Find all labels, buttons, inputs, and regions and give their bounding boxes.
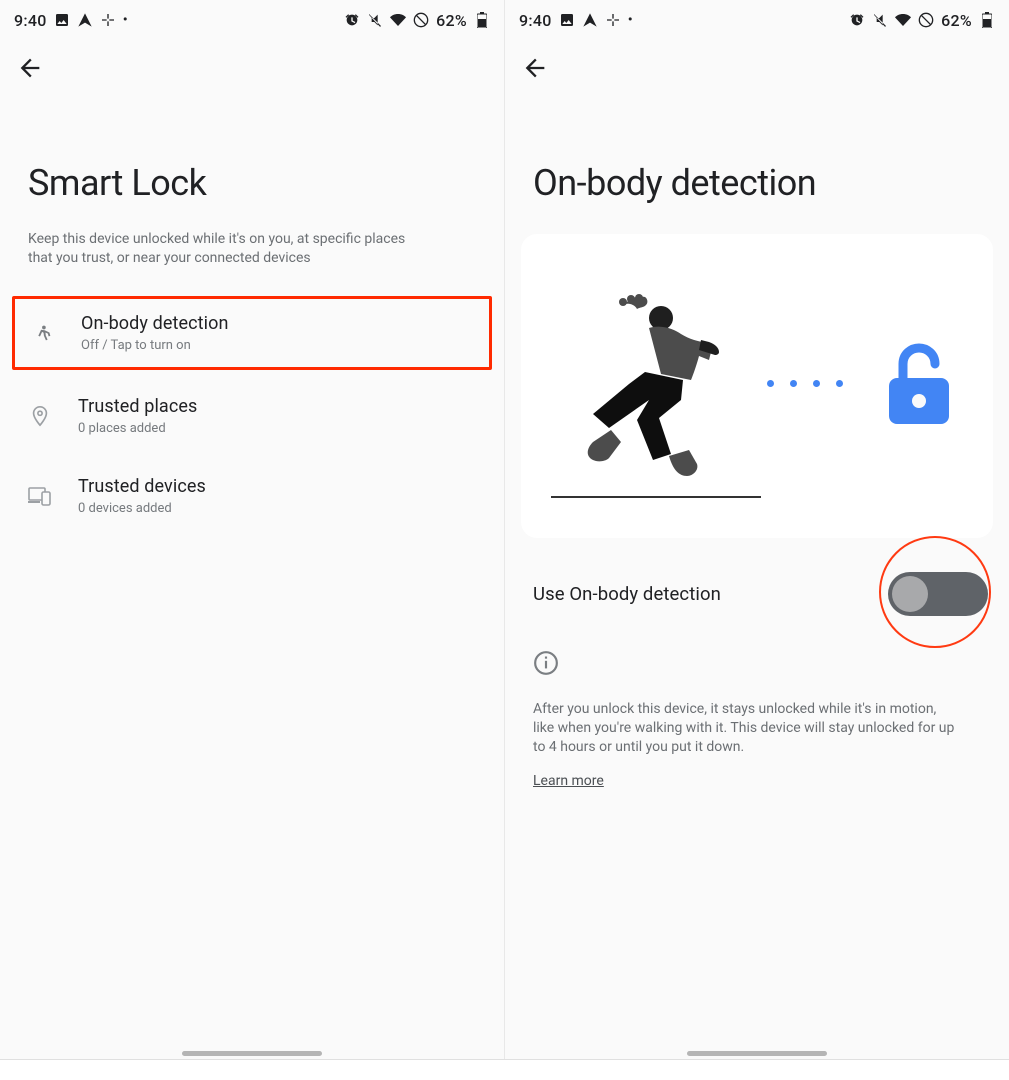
devices-icon	[22, 478, 58, 514]
app-bar	[0, 40, 504, 96]
arrow-back-icon	[16, 54, 44, 82]
battery-icon	[979, 12, 995, 28]
mute-icon	[367, 12, 383, 28]
phone-right: 9:40 • 62% On-body detection	[504, 0, 1009, 1060]
send-icon	[77, 12, 93, 28]
wifi-icon	[895, 12, 911, 28]
separator-line	[0, 1059, 1009, 1060]
trusted-places-option[interactable]: Trusted places 0 places added	[12, 382, 492, 450]
location-icon	[22, 398, 58, 434]
app-bar	[505, 40, 1009, 96]
status-time: 9:40	[519, 11, 552, 30]
status-time: 9:40	[14, 11, 47, 30]
onbody-detection-option[interactable]: On-body detection Off / Tap to turn on	[12, 296, 492, 370]
options-list: On-body detection Off / Tap to turn on T…	[0, 296, 504, 530]
slack-icon	[605, 12, 621, 28]
arrow-back-icon	[521, 54, 549, 82]
option-sub: 0 places added	[78, 421, 482, 436]
alarm-icon	[849, 12, 865, 28]
ground-line-icon	[551, 496, 761, 498]
trusted-devices-option[interactable]: Trusted devices 0 devices added	[12, 462, 492, 530]
page-title: Smart Lock	[0, 96, 504, 230]
option-sub: 0 devices added	[78, 501, 482, 516]
nav-gesture-bar	[0, 1040, 504, 1060]
nav-gesture-bar	[505, 1040, 1009, 1060]
walk-icon	[25, 315, 61, 351]
status-bar: 9:40 • 62%	[505, 0, 1009, 40]
runner-illustration-icon	[553, 294, 753, 498]
status-battery-pct: 62%	[436, 11, 467, 30]
option-title: Trusted devices	[78, 476, 482, 497]
alarm-icon	[344, 12, 360, 28]
photo-icon	[559, 12, 575, 28]
illustration-card	[521, 234, 993, 538]
wifi-icon	[390, 12, 406, 28]
learn-more-link[interactable]: Learn more	[505, 767, 1009, 789]
status-bar: 9:40 • 62%	[0, 0, 504, 40]
overflow-dot-icon: •	[628, 13, 633, 27]
status-battery-pct: 62%	[941, 11, 972, 30]
send-icon	[582, 12, 598, 28]
back-button[interactable]	[511, 44, 559, 92]
battery-icon	[474, 12, 490, 28]
connection-dots-icon	[767, 380, 843, 387]
slack-icon	[100, 12, 116, 28]
overflow-dot-icon: •	[123, 13, 128, 27]
option-title: On-body detection	[81, 313, 479, 334]
onbody-toggle-switch[interactable]	[888, 572, 988, 616]
feature-description: After you unlock this device, it stays u…	[505, 686, 985, 767]
info-icon	[505, 622, 1009, 686]
back-button[interactable]	[6, 44, 54, 92]
phone-left: 9:40 • 62% Smart Lock Keep this device u…	[0, 0, 504, 1060]
page-title: On-body detection	[505, 96, 1009, 230]
toggle-label: Use On-body detection	[533, 583, 721, 605]
dnd-icon	[413, 12, 429, 28]
mute-icon	[872, 12, 888, 28]
page-subtitle: Keep this device unlocked while it's on …	[0, 230, 460, 296]
photo-icon	[54, 12, 70, 28]
option-title: Trusted places	[78, 396, 482, 417]
option-sub: Off / Tap to turn on	[81, 338, 479, 353]
toggle-row: Use On-body detection	[505, 566, 1009, 622]
unlock-icon	[883, 342, 955, 432]
dnd-icon	[918, 12, 934, 28]
